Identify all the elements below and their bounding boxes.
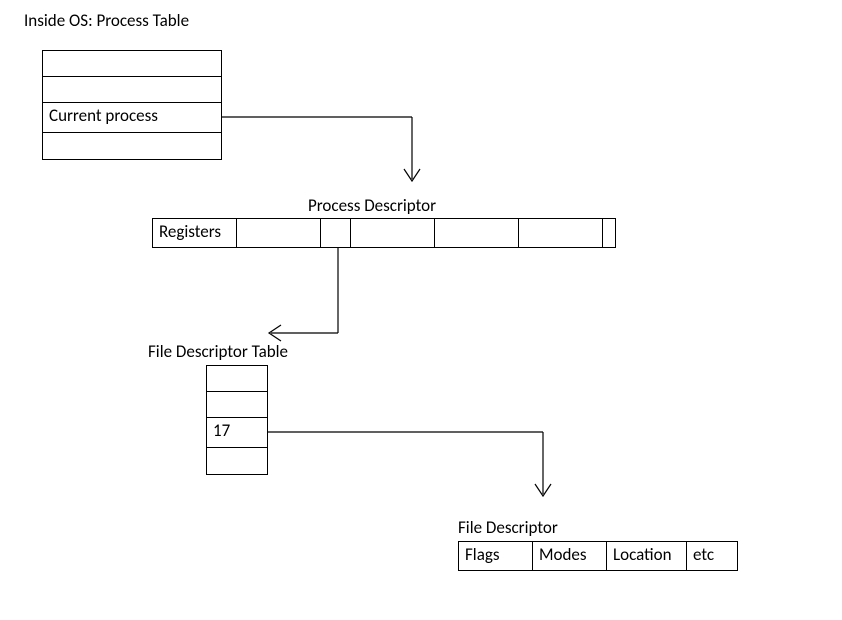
arrow-process-to-descriptor bbox=[222, 117, 422, 197]
cell-registers: Registers bbox=[153, 219, 237, 247]
cell bbox=[519, 219, 603, 247]
file-descriptor-label: File Descriptor bbox=[458, 517, 558, 538]
cell-flags: Flags bbox=[459, 542, 533, 570]
table-row bbox=[207, 392, 267, 418]
cell bbox=[435, 219, 519, 247]
process-descriptor-row: Registers bbox=[152, 218, 616, 248]
cell-modes: Modes bbox=[533, 542, 607, 570]
table-row: 17 bbox=[207, 418, 267, 448]
table-row bbox=[43, 77, 221, 103]
cell bbox=[237, 219, 321, 247]
table-row bbox=[43, 133, 221, 159]
fd-table: 17 bbox=[206, 365, 268, 475]
arrow-descriptor-to-fdtable bbox=[263, 248, 383, 348]
file-descriptor-row: Flags Modes Location etc bbox=[458, 541, 738, 571]
cell-location: Location bbox=[607, 542, 687, 570]
table-row: Current process bbox=[43, 103, 221, 133]
page-title: Inside OS: Process Table bbox=[24, 10, 189, 31]
table-row bbox=[207, 366, 267, 392]
arrow-fdtable-to-fd bbox=[268, 432, 558, 512]
cell bbox=[321, 219, 351, 247]
table-row bbox=[43, 51, 221, 77]
fd-table-label: File Descriptor Table bbox=[148, 341, 288, 362]
process-table: Current process bbox=[42, 50, 222, 160]
process-descriptor-label: Process Descriptor bbox=[308, 195, 436, 216]
table-row bbox=[207, 448, 267, 474]
cell-etc: etc bbox=[687, 542, 737, 570]
cell bbox=[603, 219, 615, 247]
cell bbox=[351, 219, 435, 247]
